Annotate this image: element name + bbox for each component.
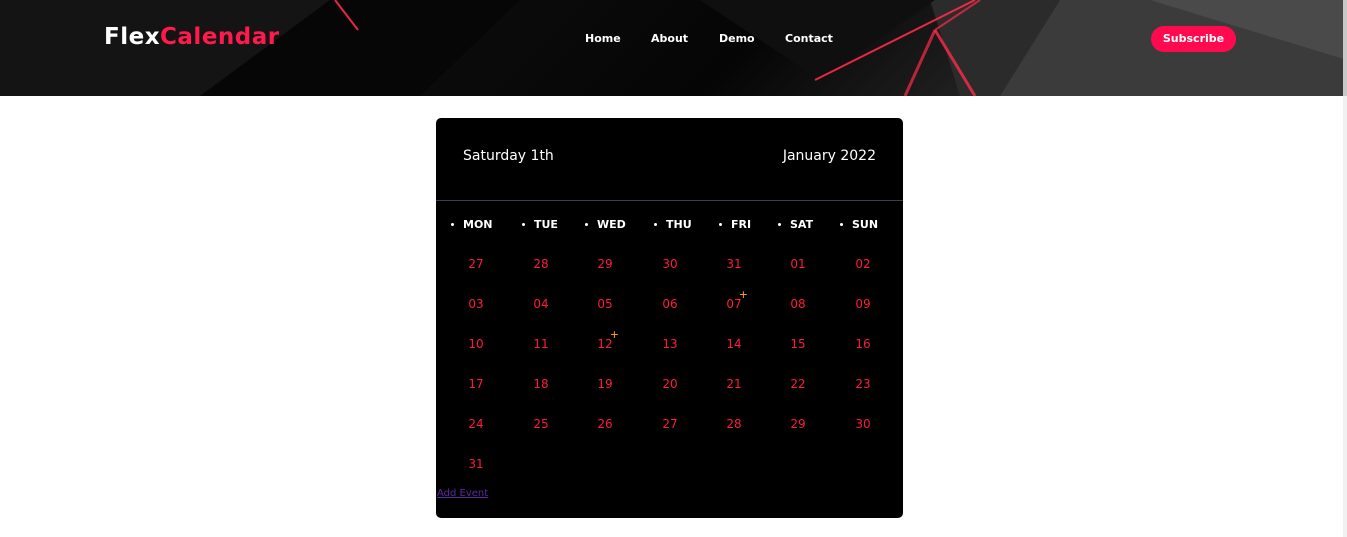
- calendar-day-cell[interactable]: 03: [456, 296, 496, 312]
- calendar-day-cell[interactable]: 15: [778, 336, 818, 352]
- calendar-day-cell[interactable]: 21: [714, 376, 754, 392]
- day-number: 09: [855, 297, 871, 311]
- logo-text-flex: Flex: [104, 24, 161, 50]
- nav-link-contact[interactable]: Contact: [785, 31, 833, 47]
- calendar-day-cell[interactable]: 23: [843, 376, 883, 392]
- calendar-day-cell[interactable]: 31: [456, 456, 496, 472]
- subscribe-button[interactable]: Subscribe: [1151, 26, 1236, 52]
- day-number: 03: [468, 297, 484, 311]
- day-number: 04: [533, 297, 549, 311]
- scrollbar-thumb[interactable]: [1343, 0, 1347, 96]
- calendar-day-cell[interactable]: 07 +: [714, 289, 754, 312]
- weekday-tue: TUE: [522, 217, 558, 233]
- day-number: 02: [855, 257, 871, 271]
- day-number: 10: [468, 337, 484, 351]
- weekday-mon: MON: [451, 217, 493, 233]
- day-number: 21: [726, 377, 742, 391]
- calendar-divider: [436, 200, 903, 201]
- day-number: 24: [468, 417, 484, 431]
- calendar-day-cell[interactable]: 06: [650, 296, 690, 312]
- site-header: FlexCalendar Home About Demo Contact Sub…: [0, 0, 1347, 96]
- weekday-thu: THU: [654, 217, 692, 233]
- calendar-day-cell[interactable]: 29: [585, 256, 625, 272]
- calendar-day-cell[interactable]: 27: [456, 256, 496, 272]
- day-number: 08: [790, 297, 806, 311]
- weekday-sun: SUN: [840, 217, 878, 233]
- day-number: 06: [662, 297, 678, 311]
- site-logo[interactable]: FlexCalendar: [104, 23, 280, 51]
- calendar-day-cell[interactable]: 29: [778, 416, 818, 432]
- weekday-sat: SAT: [778, 217, 813, 233]
- day-number: 15: [790, 337, 806, 351]
- nav-link-demo[interactable]: Demo: [719, 31, 755, 47]
- add-event-link[interactable]: Add Event: [437, 488, 488, 499]
- day-number: 14: [726, 337, 742, 351]
- calendar-day-cell[interactable]: 20: [650, 376, 690, 392]
- nav-link-home[interactable]: Home: [585, 31, 621, 47]
- calendar-day-cell[interactable]: 27: [650, 416, 690, 432]
- calendar-day-cell[interactable]: 02: [843, 256, 883, 272]
- day-number: 27: [468, 257, 484, 271]
- calendar-day-cell[interactable]: 10: [456, 336, 496, 352]
- day-number: 16: [855, 337, 871, 351]
- calendar-day-cell[interactable]: 28: [521, 256, 561, 272]
- calendar-day-cell[interactable]: 31: [714, 256, 754, 272]
- day-number: 27: [662, 417, 678, 431]
- day-number: 05: [597, 297, 613, 311]
- day-number: 22: [790, 377, 806, 391]
- calendar-day-cell[interactable]: 25: [521, 416, 561, 432]
- calendar-day-cell[interactable]: 08: [778, 296, 818, 312]
- day-number: 18: [533, 377, 549, 391]
- day-number: 23: [855, 377, 871, 391]
- calendar-day-cell[interactable]: 01: [778, 256, 818, 272]
- calendar-card: Saturday 1th January 2022 MON TUE WED TH…: [436, 118, 903, 518]
- day-number: 28: [533, 257, 549, 271]
- calendar-day-cell[interactable]: 13: [650, 336, 690, 352]
- calendar-day-cell[interactable]: 28: [714, 416, 754, 432]
- day-number: 13: [662, 337, 678, 351]
- day-number: 28: [726, 417, 742, 431]
- selected-day-label: Saturday 1th: [463, 148, 554, 164]
- page-scrollbar[interactable]: [1343, 0, 1347, 537]
- calendar-day-cell[interactable]: 11: [521, 336, 561, 352]
- weekday-wed: WED: [585, 217, 626, 233]
- calendar-day-cell[interactable]: 04: [521, 296, 561, 312]
- weekday-header-row: MON TUE WED THU FRI SAT SUN: [436, 217, 903, 233]
- nav-link-about[interactable]: About: [651, 31, 688, 47]
- weekday-fri: FRI: [719, 217, 751, 233]
- calendar-day-cell[interactable]: 09: [843, 296, 883, 312]
- calendar-day-cell[interactable]: 19: [585, 376, 625, 392]
- day-number: 29: [790, 417, 806, 431]
- logo-text-calendar: Calendar: [160, 24, 280, 50]
- event-marker-icon: +: [609, 328, 619, 341]
- day-number: 31: [726, 257, 742, 271]
- day-number: 11: [533, 337, 549, 351]
- day-number: 01: [790, 257, 806, 271]
- calendar-day-cell[interactable]: 05: [585, 296, 625, 312]
- day-number: 30: [855, 417, 871, 431]
- calendar-day-cell[interactable]: 26: [585, 416, 625, 432]
- calendar-day-cell[interactable]: 14: [714, 336, 754, 352]
- calendar-day-cell[interactable]: 30: [650, 256, 690, 272]
- calendar-day-cell[interactable]: 18: [521, 376, 561, 392]
- day-number: 31: [468, 457, 484, 471]
- day-number: 26: [597, 417, 613, 431]
- event-marker-icon: +: [738, 288, 748, 301]
- calendar-day-cell[interactable]: 17: [456, 376, 496, 392]
- calendar-day-cell[interactable]: 30: [843, 416, 883, 432]
- day-number: 19: [597, 377, 613, 391]
- calendar-day-cell[interactable]: 12 +: [585, 329, 625, 352]
- day-number: 20: [662, 377, 678, 391]
- day-number: 17: [468, 377, 484, 391]
- calendar-day-cell[interactable]: 16: [843, 336, 883, 352]
- day-number: 25: [533, 417, 549, 431]
- calendar-day-cell[interactable]: 22: [778, 376, 818, 392]
- day-number: 30: [662, 257, 678, 271]
- day-number: 29: [597, 257, 613, 271]
- month-label: January 2022: [782, 148, 876, 164]
- calendar-day-cell[interactable]: 24: [456, 416, 496, 432]
